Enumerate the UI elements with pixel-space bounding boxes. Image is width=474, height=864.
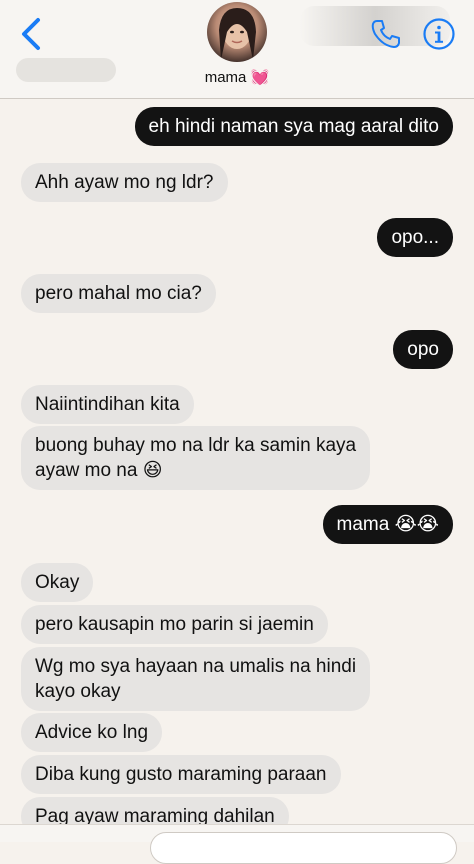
message-bubble-incoming[interactable]: Diba kung gusto maraming paraan	[21, 755, 341, 794]
message-text: Ahh ayaw mo ng ldr?	[35, 172, 214, 193]
message-bubble-incoming[interactable]: Naiintindihan kita	[21, 385, 194, 424]
message-text-line2: ayaw mo na 😆	[35, 460, 163, 481]
message-text: opo...	[391, 227, 439, 248]
info-icon[interactable]	[422, 17, 456, 51]
message-bubble-incoming[interactable]: buong buhay mo na ldr ka samin kaya ayaw…	[21, 426, 371, 490]
message-bubble-outgoing[interactable]: mama 😭😭	[322, 505, 453, 544]
message-bubble-incoming[interactable]: Wg mo sya hayaan na umalis na hindi kayo…	[21, 647, 371, 711]
heart-emoji: 💓	[250, 69, 270, 86]
contact-name[interactable]: mama 💓	[0, 68, 474, 86]
message-text: buong buhay mo na ldr ka samin kaya	[35, 435, 357, 456]
phone-icon[interactable]	[370, 18, 402, 50]
message-bubble-outgoing[interactable]: opo...	[377, 218, 453, 257]
message-bubble-outgoing[interactable]: eh hindi naman sya mag aaral dito	[134, 107, 453, 146]
message-text: Diba kung gusto maraming paraan	[35, 764, 327, 785]
message-text-line2: kayo okay	[35, 681, 121, 702]
message-text: Wg mo sya hayaan na umalis na hindi	[35, 656, 357, 677]
message-text: Naiintindihan kita	[35, 394, 180, 415]
message-bubble-incoming[interactable]: Advice ko lng	[21, 713, 163, 752]
message-text: pero kausapin mo parin si jaemin	[35, 614, 314, 635]
message-text: Advice ko lng	[35, 722, 149, 743]
message-text: pero mahal mo cia?	[35, 283, 202, 304]
message-bubble-incoming[interactable]: Ahh ayaw mo ng ldr?	[21, 163, 228, 202]
message-input[interactable]	[150, 832, 457, 864]
message-bubble-incoming[interactable]: Okay	[21, 563, 94, 602]
message-text: Okay	[35, 572, 80, 593]
message-bubble-incoming[interactable]: pero kausapin mo parin si jaemin	[21, 605, 328, 644]
avatar[interactable]	[207, 2, 267, 62]
message-text: opo	[407, 339, 439, 360]
contact-name-text: mama	[204, 69, 247, 86]
message-bubble-incoming[interactable]: pero mahal mo cia?	[21, 274, 216, 313]
message-text: mama 😭😭	[336, 514, 439, 535]
message-bubble-outgoing[interactable]: opo	[393, 330, 453, 369]
chevron-left-icon[interactable]	[14, 14, 50, 54]
message-text: eh hindi naman sya mag aaral dito	[148, 116, 439, 137]
conversation-header: mama 💓	[0, 0, 474, 99]
